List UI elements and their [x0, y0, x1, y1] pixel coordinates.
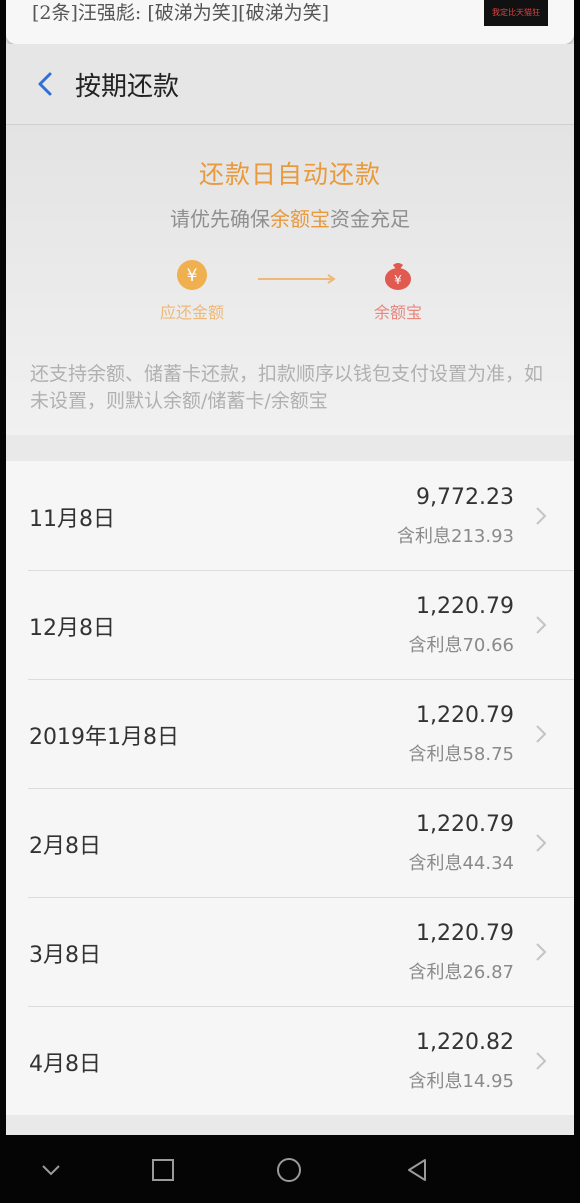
- installment-interest: 含利息213.93: [397, 522, 514, 548]
- promo-subtitle: 请优先确保余额宝资金充足: [6, 203, 574, 232]
- installment-date: 2月8日: [29, 834, 101, 859]
- installment-row[interactable]: 2019年1月8日 1,220.79 含利息58.75: [6, 679, 574, 788]
- notification-thumbnail: 我定比天猫狂: [484, 0, 548, 26]
- installment-date: 3月8日: [29, 943, 101, 968]
- installment-row[interactable]: 12月8日 1,220.79 含利息70.66: [6, 570, 574, 679]
- promo-subtitle-prefix: 请优先确保: [170, 207, 270, 231]
- chevron-right-icon: [536, 834, 547, 852]
- installment-amount: 1,220.82: [416, 1030, 514, 1055]
- system-nav-bar: [0, 1135, 580, 1203]
- repay-order-note: 还支持余额、储蓄卡还款，扣款顺序以钱包支付设置为准，如未设置，则默认余额/储蓄卡…: [30, 363, 544, 412]
- interest-value: 70.66: [462, 635, 514, 656]
- installment-interest: 含利息70.66: [408, 631, 514, 657]
- installment-amount: 1,220.79: [416, 703, 514, 728]
- triangle-back-icon[interactable]: [404, 1157, 430, 1183]
- installment-interest: 含利息44.34: [408, 849, 514, 875]
- installment-date: 12月8日: [29, 616, 115, 641]
- interest-label: 含利息: [397, 526, 452, 547]
- page-title: 按期还款: [75, 72, 180, 102]
- notification-text: [2条]汪强彪: [破涕为笑][破涕为笑]: [32, 2, 330, 24]
- app-screen: [2条]汪强彪: [破涕为笑][破涕为笑] 我定比天猫狂 按期还款 还款日自动还…: [6, 0, 574, 1135]
- chevron-left-icon[interactable]: [32, 70, 60, 98]
- interest-label: 含利息: [408, 744, 463, 765]
- promo-title: 还款日自动还款: [198, 160, 381, 189]
- installment-date: 2019年1月8日: [29, 725, 179, 750]
- interest-value: 14.95: [462, 1071, 514, 1092]
- installment-date: 11月8日: [29, 507, 115, 532]
- interest-value: 44.34: [462, 853, 514, 874]
- arrow-right-icon: [258, 274, 336, 284]
- installment-row[interactable]: 2月8日 1,220.79 含利息44.34: [6, 788, 574, 897]
- installment-amount: 1,220.79: [416, 921, 514, 946]
- interest-value: 213.93: [451, 526, 514, 547]
- auto-repay-banner: 还款日自动还款 请优先确保余额宝资金充足 ¥ 应还金额 ¥ 余额宝 还支持余额、…: [6, 125, 574, 435]
- installment-amount: 1,220.79: [416, 594, 514, 619]
- installment-list: 11月8日 9,772.23 含利息213.93 12月8日 1,220.79 含利息70…: [6, 461, 574, 1115]
- flow-to-label: 余额宝: [373, 303, 422, 322]
- interest-label: 含利息: [408, 635, 463, 656]
- flow-from-label: 应还金额: [159, 303, 224, 322]
- interest-label: 含利息: [408, 853, 463, 874]
- chevron-right-icon: [536, 725, 547, 743]
- square-icon[interactable]: [150, 1157, 176, 1183]
- installment-interest: 含利息58.75: [408, 740, 514, 766]
- installment-amount: 1,220.79: [416, 812, 514, 837]
- installment-date: 4月8日: [29, 1052, 101, 1077]
- installment-interest: 含利息26.87: [408, 958, 514, 984]
- installment-row[interactable]: 11月8日 9,772.23 含利息213.93: [6, 461, 574, 570]
- chevron-right-icon: [536, 943, 547, 961]
- chevron-right-icon: [536, 507, 547, 525]
- svg-text:¥: ¥: [187, 266, 198, 286]
- circle-icon[interactable]: [276, 1157, 302, 1183]
- promo-subtitle-suffix: 资金充足: [330, 207, 410, 231]
- promo-subtitle-highlight: 余额宝: [270, 207, 330, 231]
- interest-label: 含利息: [408, 962, 463, 983]
- interest-value: 58.75: [462, 744, 514, 765]
- interest-value: 26.87: [462, 962, 514, 983]
- yen-coin-icon: ¥: [177, 260, 207, 290]
- interest-label: 含利息: [408, 1071, 463, 1092]
- chevron-down-icon[interactable]: [38, 1157, 64, 1183]
- page-header: 按期还款: [6, 44, 574, 125]
- money-bag-icon: ¥: [385, 263, 411, 290]
- installment-amount: 9,772.23: [416, 485, 514, 510]
- installment-row[interactable]: 4月8日 1,220.82 含利息14.95: [6, 1006, 574, 1115]
- svg-text:¥: ¥: [394, 273, 402, 287]
- notification-banner[interactable]: [2条]汪强彪: [破涕为笑][破涕为笑] 我定比天猫狂: [6, 0, 574, 44]
- installment-row[interactable]: 3月8日 1,220.79 含利息26.87: [6, 897, 574, 1006]
- chevron-right-icon: [536, 1052, 547, 1070]
- chevron-right-icon: [536, 616, 547, 634]
- installment-interest: 含利息14.95: [408, 1067, 514, 1093]
